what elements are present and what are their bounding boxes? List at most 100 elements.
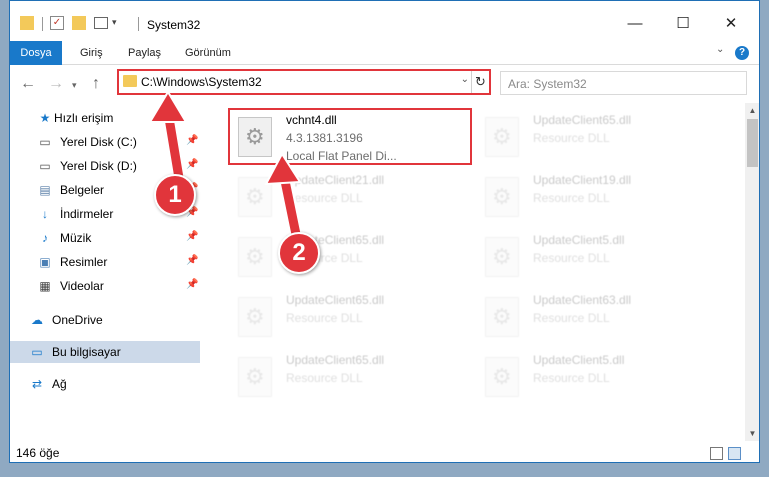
dll-file-icon: [238, 177, 272, 217]
sidebar-item-label: Yerel Disk (D:): [60, 159, 137, 173]
selected-file-highlight: [228, 108, 472, 165]
explorer-window: ✓ ▾ System32 — ☐ ✕ Dosya Giriş Paylaş Gö…: [9, 0, 760, 463]
dll-file-icon: [238, 357, 272, 397]
file-tile[interactable]: UpdateClient65.dll Resource DLL: [230, 229, 470, 287]
sidebar-item-this-pc[interactable]: ▭ Bu bilgisayar: [10, 341, 200, 363]
sidebar-item-videos[interactable]: ▦ Videolar 📌: [10, 275, 200, 297]
recent-dropdown-icon[interactable]: ▾: [72, 80, 77, 91]
video-icon: ▦: [39, 279, 51, 293]
file-description: Resource DLL: [533, 371, 610, 385]
expand-ribbon-icon[interactable]: ⌄: [716, 44, 724, 55]
tab-file[interactable]: Dosya: [10, 41, 62, 65]
pin-icon: 📌: [186, 159, 199, 170]
sidebar-item-label: Resimler: [60, 255, 108, 269]
sidebar-item-quick-access[interactable]: ★ Hızlı erişim: [10, 107, 200, 129]
chevron-down-icon[interactable]: ⌄: [461, 74, 469, 85]
cloud-icon: ☁: [31, 313, 43, 327]
sidebar-item-music[interactable]: ♪ Müzik 📌: [10, 227, 200, 249]
forward-arrow-icon[interactable]: →: [48, 75, 64, 93]
scrollbar-thumb[interactable]: [747, 119, 758, 167]
large-icons-view-icon[interactable]: [728, 447, 741, 460]
file-tile[interactable]: UpdateClient65.dll Resource DLL: [230, 349, 470, 407]
file-tile[interactable]: UpdateClient63.dll Resource DLL: [477, 289, 717, 347]
item-count: 146 öğe: [16, 446, 60, 460]
scroll-down-icon[interactable]: ▼: [745, 426, 759, 441]
dll-file-icon: [485, 177, 519, 217]
file-name: UpdateClient65.dll: [533, 113, 632, 127]
search-input[interactable]: Ara: System32: [500, 71, 747, 95]
dll-file-icon: [485, 357, 519, 397]
up-arrow-icon[interactable]: ↑: [92, 75, 100, 93]
pictures-icon: ▣: [39, 255, 51, 269]
sidebar-item-label: OneDrive: [52, 313, 103, 327]
file-tile[interactable]: UpdateClient19.dll Resource DLL: [477, 169, 717, 227]
tab-view[interactable]: Görünüm: [185, 41, 231, 65]
properties-icon[interactable]: ✓: [50, 16, 64, 30]
scroll-up-icon[interactable]: ▲: [745, 103, 759, 118]
file-tile[interactable]: UpdateClient21.dll Resource DLL: [230, 169, 470, 227]
file-name: UpdateClient19.dll: [533, 173, 632, 187]
vertical-scrollbar[interactable]: ▲ ▼: [745, 103, 759, 441]
pin-icon: 📌: [186, 231, 199, 242]
file-description: Resource DLL: [533, 311, 610, 325]
refresh-icon[interactable]: ↻: [471, 71, 489, 93]
sidebar-item-onedrive[interactable]: ☁ OneDrive: [10, 309, 200, 331]
maximize-button[interactable]: ☐: [660, 11, 706, 37]
title-divider: [138, 17, 139, 31]
tab-share[interactable]: Paylaş: [128, 41, 161, 65]
file-name: UpdateClient21.dll: [286, 173, 385, 187]
navigation-pane: ★ Hızlı erişim ▭ Yerel Disk (C:) 📌 ▭ Yer…: [10, 103, 202, 441]
sidebar-item-network[interactable]: ⇄ Ağ: [10, 373, 200, 395]
view-icon[interactable]: [94, 17, 108, 29]
file-description: Resource DLL: [533, 191, 610, 205]
minimize-button[interactable]: —: [612, 11, 658, 37]
network-icon: ⇄: [31, 377, 43, 391]
file-tile[interactable]: UpdateClient65.dll Resource DLL: [477, 109, 717, 167]
star-icon: ★: [39, 111, 51, 125]
pin-icon: 📌: [186, 279, 199, 290]
sidebar-item-label: Bu bilgisayar: [52, 345, 121, 359]
step-2-badge: 2: [278, 232, 320, 274]
new-folder-icon[interactable]: [72, 16, 86, 30]
sidebar-item-pictures[interactable]: ▣ Resimler 📌: [10, 251, 200, 273]
dll-file-icon: [238, 297, 272, 337]
close-button[interactable]: ✕: [708, 11, 754, 37]
back-arrow-icon[interactable]: ←: [20, 75, 36, 93]
sidebar-item-label: İndirmeler: [60, 207, 114, 221]
customize-dropdown-icon[interactable]: ▾: [112, 17, 117, 35]
drive-icon: ▭: [39, 135, 51, 149]
folder-icon: [123, 75, 137, 87]
music-icon: ♪: [42, 231, 48, 245]
file-name: UpdateClient5.dll: [533, 353, 625, 367]
file-description: Resource DLL: [533, 251, 610, 265]
address-bar[interactable]: C:\Windows\System32 ⌄ ↻: [117, 69, 491, 95]
dll-file-icon: [485, 117, 519, 157]
file-description: Resource DLL: [286, 311, 363, 325]
help-icon[interactable]: ?: [735, 46, 749, 60]
dll-file-icon: [238, 237, 272, 277]
sidebar-item-label: Hızlı erişim: [54, 111, 114, 125]
file-name: UpdateClient65.dll: [286, 353, 385, 367]
file-tile[interactable]: UpdateClient65.dll Resource DLL: [230, 289, 470, 347]
search-placeholder: Ara: System32: [508, 77, 587, 91]
file-name: UpdateClient65.dll: [286, 293, 385, 307]
details-view-icon[interactable]: [710, 447, 723, 460]
file-description: Resource DLL: [286, 191, 363, 205]
folder-icon: [20, 16, 34, 30]
tab-home[interactable]: Giriş: [80, 41, 103, 65]
step-1-badge: 1: [154, 174, 196, 216]
title-bar: ✓ ▾ System32 — ☐ ✕: [10, 1, 759, 41]
ribbon: Dosya Giriş Paylaş Görünüm ⌄ ?: [10, 41, 759, 65]
file-tile[interactable]: UpdateClient5.dll Resource DLL: [477, 229, 717, 287]
status-bar: 146 öğe: [10, 444, 759, 462]
pin-icon: 📌: [186, 135, 199, 146]
dll-file-icon: [485, 237, 519, 277]
sidebar-item-disk-c[interactable]: ▭ Yerel Disk (C:) 📌: [10, 131, 200, 153]
sidebar-item-label: Videolar: [60, 279, 104, 293]
sidebar-item-label: Müzik: [60, 231, 92, 245]
file-tile[interactable]: UpdateClient5.dll Resource DLL: [477, 349, 717, 407]
divider: [42, 17, 43, 31]
sidebar-item-label: Yerel Disk (C:): [60, 135, 137, 149]
documents-icon: ▤: [39, 183, 51, 197]
address-path[interactable]: C:\Windows\System32: [141, 75, 262, 89]
